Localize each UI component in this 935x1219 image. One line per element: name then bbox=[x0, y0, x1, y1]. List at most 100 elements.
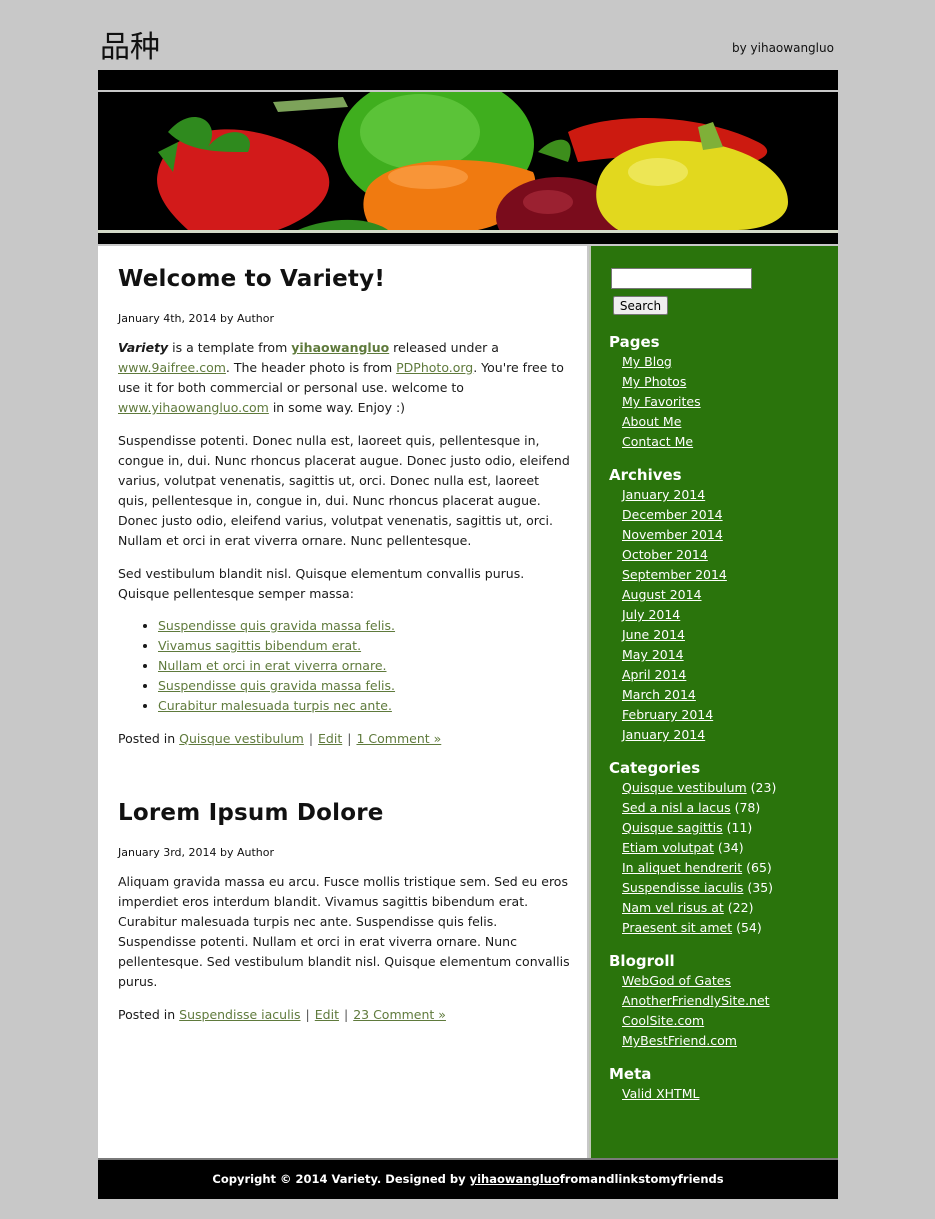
list-link[interactable]: Curabitur malesuada turpis nec ante. bbox=[158, 698, 392, 713]
archive-link[interactable]: November 2014 bbox=[622, 527, 723, 542]
list-item: June 2014 bbox=[622, 625, 829, 645]
list-link[interactable]: Nullam et orci in erat viverra ornare. bbox=[158, 658, 387, 673]
edit-link[interactable]: Edit bbox=[318, 731, 342, 746]
post-date: January 4th, 2014 bbox=[118, 312, 217, 325]
yihaowangluo-link[interactable]: yihaowangluo bbox=[291, 340, 389, 355]
list-item: CoolSite.com bbox=[622, 1011, 829, 1031]
blogroll-widget: Blogroll WebGod of Gates AnotherFriendly… bbox=[609, 951, 829, 1051]
list-item: December 2014 bbox=[622, 505, 829, 525]
archive-link[interactable]: January 2014 bbox=[622, 487, 705, 502]
list-item: April 2014 bbox=[622, 665, 829, 685]
brand-name: Variety bbox=[118, 340, 169, 355]
blogroll-link[interactable]: CoolSite.com bbox=[622, 1013, 704, 1028]
archive-link[interactable]: August 2014 bbox=[622, 587, 702, 602]
list-item: February 2014 bbox=[622, 705, 829, 725]
footer-text: Copyright © 2014 Variety. Designed by bbox=[212, 1172, 470, 1186]
category-count: (54) bbox=[736, 920, 762, 935]
site-title: 品种 bbox=[100, 30, 160, 65]
intro-text: released under a bbox=[389, 340, 499, 355]
widget-title: Archives bbox=[609, 466, 682, 484]
post-author: Author bbox=[237, 846, 275, 859]
search-button[interactable]: Search bbox=[613, 296, 668, 315]
archive-link[interactable]: May 2014 bbox=[622, 647, 684, 662]
post-paragraph: Suspendisse potenti. Donec nulla est, la… bbox=[118, 433, 570, 548]
blogroll-link[interactable]: AnotherFriendlySite.net bbox=[622, 993, 770, 1008]
category-link[interactable]: Quisque vestibulum bbox=[179, 731, 304, 746]
post-footer: Posted in Suspendisse iaculis | Edit | 23 Co… bbox=[118, 1005, 570, 1025]
list-item: Vivamus sagittis bibendum erat. bbox=[158, 636, 570, 656]
list-item: November 2014 bbox=[622, 525, 829, 545]
page-link[interactable]: My Favorites bbox=[622, 394, 701, 409]
archive-link[interactable]: January 2014 bbox=[622, 727, 705, 742]
posted-in-label: Posted in bbox=[118, 1007, 176, 1022]
post-title[interactable]: Welcome to Variety! bbox=[118, 266, 570, 292]
category-link[interactable]: Praesent sit amet bbox=[622, 920, 732, 935]
separator: | bbox=[305, 1007, 310, 1022]
header-photo bbox=[98, 92, 838, 230]
archive-link[interactable]: July 2014 bbox=[622, 607, 680, 622]
category-count: (65) bbox=[746, 860, 772, 875]
list-item: About Me bbox=[622, 412, 829, 432]
comments-link[interactable]: 1 Comment » bbox=[356, 731, 441, 746]
search-input[interactable] bbox=[611, 268, 752, 289]
separator: | bbox=[308, 731, 314, 746]
category-link[interactable]: Nam vel risus at bbox=[622, 900, 724, 915]
archive-link[interactable]: February 2014 bbox=[622, 707, 713, 722]
post-meta: January 4th, 2014 by Author bbox=[118, 312, 570, 325]
list-link[interactable]: Suspendisse quis gravida massa felis. bbox=[158, 618, 395, 633]
9aifree-link[interactable]: www.9aifree.com bbox=[118, 360, 226, 375]
list-item: Praesent sit amet (54) bbox=[622, 918, 829, 938]
page-link[interactable]: My Photos bbox=[622, 374, 686, 389]
category-link[interactable]: Quisque sagittis bbox=[622, 820, 723, 835]
meta-widget: Meta Valid XHTML bbox=[609, 1064, 829, 1104]
archive-link[interactable]: December 2014 bbox=[622, 507, 723, 522]
pages-widget: Pages My Blog My Photos My Favorites Abo… bbox=[609, 332, 829, 452]
list-item: Nam vel risus at (22) bbox=[622, 898, 829, 918]
list-item: May 2014 bbox=[622, 645, 829, 665]
archive-link[interactable]: September 2014 bbox=[622, 567, 727, 582]
archive-link[interactable]: April 2014 bbox=[622, 667, 686, 682]
category-link[interactable]: Quisque vestibulum bbox=[622, 780, 747, 795]
yihaowangluo-com-link[interactable]: www.yihaowangluo.com bbox=[118, 400, 269, 415]
comments-link[interactable]: 23 Comment » bbox=[353, 1007, 446, 1022]
meta-link[interactable]: Valid XHTML bbox=[622, 1086, 699, 1101]
list-item: In aliquet hendrerit (65) bbox=[622, 858, 829, 878]
footer-tail: fromandlinkstomyfriends bbox=[559, 1172, 724, 1186]
list-item: WebGod of Gates bbox=[622, 971, 829, 991]
post-footer: Posted in Quisque vestibulum | Edit | 1 Comm… bbox=[118, 729, 570, 749]
category-link[interactable]: Suspendisse iaculis bbox=[179, 1007, 300, 1022]
list-link[interactable]: Vivamus sagittis bibendum erat. bbox=[158, 638, 361, 653]
pdphoto-link[interactable]: PDPhoto.org bbox=[396, 360, 473, 375]
archive-link[interactable]: March 2014 bbox=[622, 687, 696, 702]
separator: | bbox=[343, 1007, 349, 1022]
header-top-bar bbox=[98, 70, 838, 90]
edit-link[interactable]: Edit bbox=[315, 1007, 339, 1022]
category-link[interactable]: Etiam volutpat bbox=[622, 840, 714, 855]
archive-link[interactable]: October 2014 bbox=[622, 547, 708, 562]
page-link[interactable]: Contact Me bbox=[622, 434, 693, 449]
category-count: (35) bbox=[747, 880, 774, 895]
list-item: January 2014 bbox=[622, 725, 829, 745]
page-link[interactable]: About Me bbox=[622, 414, 681, 429]
post-title[interactable]: Lorem Ipsum Dolore bbox=[118, 800, 570, 826]
archive-link[interactable]: June 2014 bbox=[622, 627, 685, 642]
footer-designer-link[interactable]: yihaowangluo bbox=[470, 1172, 560, 1186]
post-author: Author bbox=[236, 312, 275, 325]
list-item: Sed a nisl a lacus (78) bbox=[622, 798, 829, 818]
blogroll-link[interactable]: MyBestFriend.com bbox=[622, 1033, 737, 1048]
page-link[interactable]: My Blog bbox=[622, 354, 672, 369]
list-item: MyBestFriend.com bbox=[622, 1031, 829, 1051]
widget-title: Categories bbox=[609, 759, 701, 777]
blogroll-link[interactable]: WebGod of Gates bbox=[622, 973, 731, 988]
list-item: Quisque sagittis (11) bbox=[622, 818, 829, 838]
list-item: Suspendisse quis gravida massa felis. bbox=[158, 676, 570, 696]
category-link[interactable]: Suspendisse iaculis bbox=[622, 880, 743, 895]
posted-in-label: Posted in bbox=[118, 731, 176, 746]
site-tagline: by yihaowangluo bbox=[732, 41, 834, 55]
list-link[interactable]: Suspendisse quis gravida massa felis. bbox=[158, 678, 395, 693]
separator: | bbox=[347, 731, 352, 746]
category-link[interactable]: In aliquet hendrerit bbox=[622, 860, 742, 875]
list-item: My Favorites bbox=[622, 392, 829, 412]
list-item: Contact Me bbox=[622, 432, 829, 452]
category-link[interactable]: Sed a nisl a lacus bbox=[622, 800, 731, 815]
